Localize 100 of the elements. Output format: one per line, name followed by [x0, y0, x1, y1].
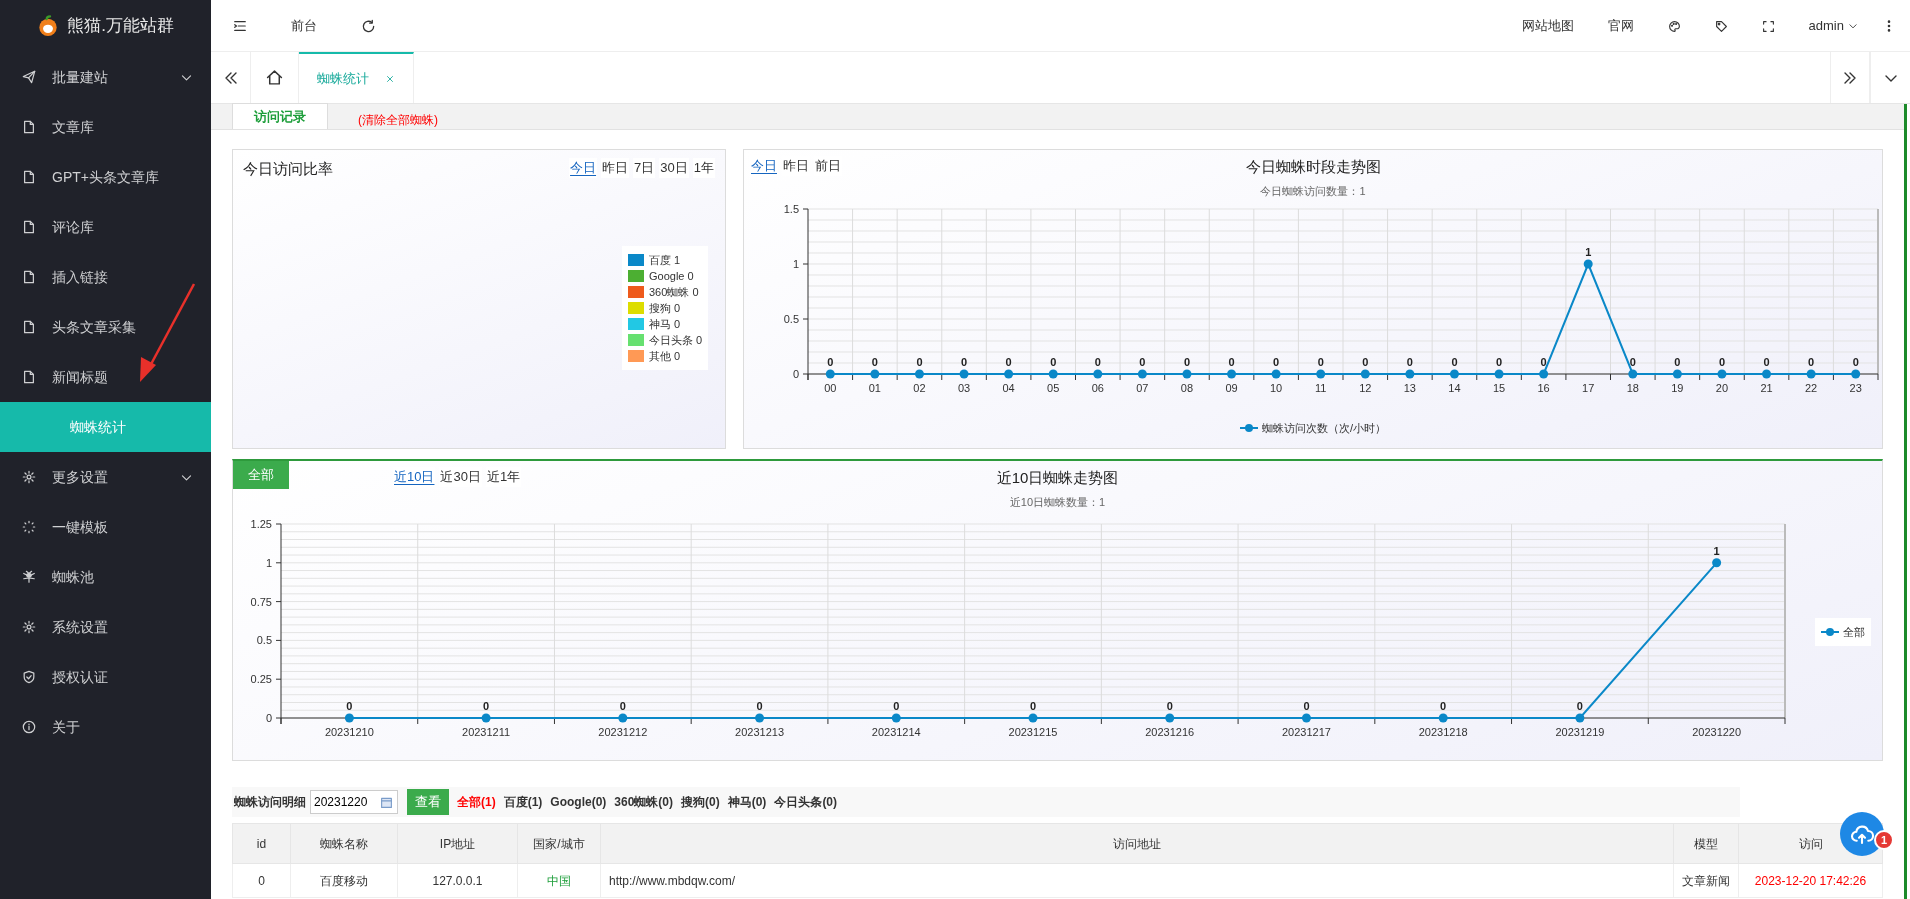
period-tab[interactable]: 1年 — [692, 158, 715, 178]
axis-label: 19 — [1671, 382, 1684, 394]
nav-link[interactable]: 前台 — [269, 15, 339, 36]
data-label: 0 — [1440, 700, 1447, 712]
axis-label: 08 — [1180, 382, 1194, 394]
sidebar-item[interactable]: GPT+头条文章库 — [0, 152, 211, 202]
axis-label: 18 — [1626, 382, 1639, 394]
filter-link[interactable]: 360蜘蛛(0) — [614, 793, 674, 811]
axis-label: 09 — [1225, 382, 1238, 394]
chart-subtitle: 今日蜘蛛访问数量：1 — [1260, 183, 1366, 199]
filter-link[interactable]: Google(0) — [550, 793, 607, 811]
data-label: 0 — [893, 700, 900, 712]
data-label: 0 — [1005, 356, 1012, 368]
axis-label: 00 — [824, 382, 837, 394]
sidebar-item[interactable]: 文章库 — [0, 102, 211, 152]
axis-label: 07 — [1136, 382, 1149, 394]
data-label: 0 — [1362, 356, 1369, 368]
tab[interactable]: (清除全部蜘蛛) — [328, 111, 468, 129]
chart-title: 近10日蜘蛛走势图 — [996, 468, 1119, 488]
data-label: 1 — [1713, 544, 1720, 557]
legend-label: 搜狗 0 — [649, 301, 681, 316]
data-label: 0 — [1094, 356, 1101, 368]
sidebar-item[interactable]: 关于 — [0, 702, 211, 752]
user-menu[interactable]: admin — [1791, 15, 1868, 36]
sidebar-item[interactable]: 系统设置 — [0, 602, 211, 652]
filter-label: 蜘蛛访问明细 — [234, 794, 306, 811]
sidebar-item[interactable]: 新闻标题 — [0, 352, 211, 402]
data-label: 0 — [1852, 356, 1859, 368]
axis-label: 13 — [1403, 382, 1416, 394]
table-cell: 127.0.0.1 — [397, 863, 518, 898]
axis-label: 1 — [792, 258, 799, 270]
filter-link[interactable]: 搜狗(0) — [681, 793, 720, 811]
axis-label: 20231213 — [735, 726, 784, 738]
sidebar-item[interactable]: 一键模板 — [0, 502, 211, 552]
axis-label: 20231217 — [1282, 726, 1331, 738]
axis-label: 20231212 — [598, 726, 648, 738]
data-label: 0 — [1303, 700, 1310, 712]
nav-link[interactable]: 网站地图 — [1504, 15, 1591, 36]
data-label: 0 — [1029, 700, 1037, 712]
data-label: 0 — [346, 700, 353, 712]
axis-label: 16 — [1537, 382, 1550, 394]
filter-link[interactable]: 全部(1) — [457, 793, 496, 811]
axis-label: 20231218 — [1418, 726, 1468, 738]
table-cell: 2023-12-20 17:42:26 — [1738, 863, 1883, 898]
sidebar-item[interactable]: 授权认证 — [0, 652, 211, 702]
axis-label: 20231210 — [324, 726, 374, 738]
data-label: 0 — [1166, 700, 1173, 712]
sidebar-item[interactable]: 插入链接 — [0, 252, 211, 302]
axis-label: 0.25 — [250, 673, 272, 686]
axis-label: 0 — [265, 712, 272, 724]
column-header: 模型 — [1673, 823, 1739, 864]
axis-label: 11 — [1315, 382, 1327, 394]
axis-label: 20 — [1715, 382, 1729, 394]
sidebar-item[interactable]: 蜘蛛池 — [0, 552, 211, 602]
sidebar-item[interactable]: 评论库 — [0, 202, 211, 252]
filter-link[interactable]: 神马(0) — [727, 793, 767, 811]
date-field[interactable]: 20231220 — [310, 790, 398, 814]
sidebar-item[interactable]: 批量建站 — [0, 52, 211, 102]
legend-label: 蜘蛛访问次数（次/小时） — [1261, 421, 1387, 436]
period-tab[interactable]: 7日 — [633, 158, 656, 178]
chart-subtitle: 近10日蜘蛛数量：1 — [1009, 494, 1106, 510]
data-label: 0 — [1496, 356, 1503, 368]
data-label: 0 — [961, 356, 968, 368]
axis-label: 03 — [957, 382, 971, 394]
table-cell: 中国 — [517, 863, 601, 898]
data-label: 0 — [1451, 356, 1458, 368]
period-tab[interactable]: 近10日 — [393, 467, 436, 487]
data-label: 0 — [1718, 356, 1725, 368]
axis-label: 20231215 — [1008, 726, 1058, 738]
legend-label: 百度 1 — [649, 253, 681, 268]
axis-label: 17 — [1582, 382, 1595, 394]
period-tab[interactable]: 30日 — [659, 158, 689, 178]
data-label: 1 — [1585, 246, 1592, 258]
data-label: 0 — [1674, 356, 1681, 368]
data-label: 0 — [916, 356, 923, 368]
legend-label: 360蜘蛛 0 — [649, 285, 699, 300]
sidebar-item[interactable]: 头条文章采集 — [0, 302, 211, 352]
axis-label: 05 — [1047, 382, 1060, 394]
data-label: 0 — [1576, 700, 1583, 712]
data-label: 0 — [1050, 356, 1057, 368]
column-header: 蜘蛛名称 — [290, 823, 398, 864]
table-cell: http://www.mbdqw.com/ — [600, 863, 1674, 898]
filter-link[interactable]: 百度(1) — [503, 793, 543, 811]
legend-label: 今日头条 0 — [649, 333, 703, 348]
nav-link[interactable]: 官网 — [1590, 15, 1651, 36]
period-tab[interactable]: 今日 — [750, 156, 778, 176]
period-tab[interactable]: 昨日 — [601, 158, 630, 178]
data-label: 0 — [871, 356, 878, 368]
data-label: 0 — [827, 356, 834, 368]
filter-link[interactable]: 今日头条(0) — [774, 793, 838, 811]
axis-label: 21 — [1760, 382, 1773, 394]
table-cell: 百度移动 — [290, 863, 398, 898]
axis-label: 0.5 — [256, 634, 272, 647]
axis-label: 1.5 — [783, 203, 799, 215]
axis-label: 12 — [1359, 382, 1372, 394]
period-tab[interactable]: 今日 — [569, 158, 598, 178]
tab[interactable]: 访问记录 — [232, 103, 328, 129]
chart-title: 今日蜘蛛时段走势图 — [1245, 157, 1381, 177]
axis-label: 0 — [792, 368, 799, 380]
sidebar-item[interactable]: 更多设置 — [0, 452, 211, 502]
